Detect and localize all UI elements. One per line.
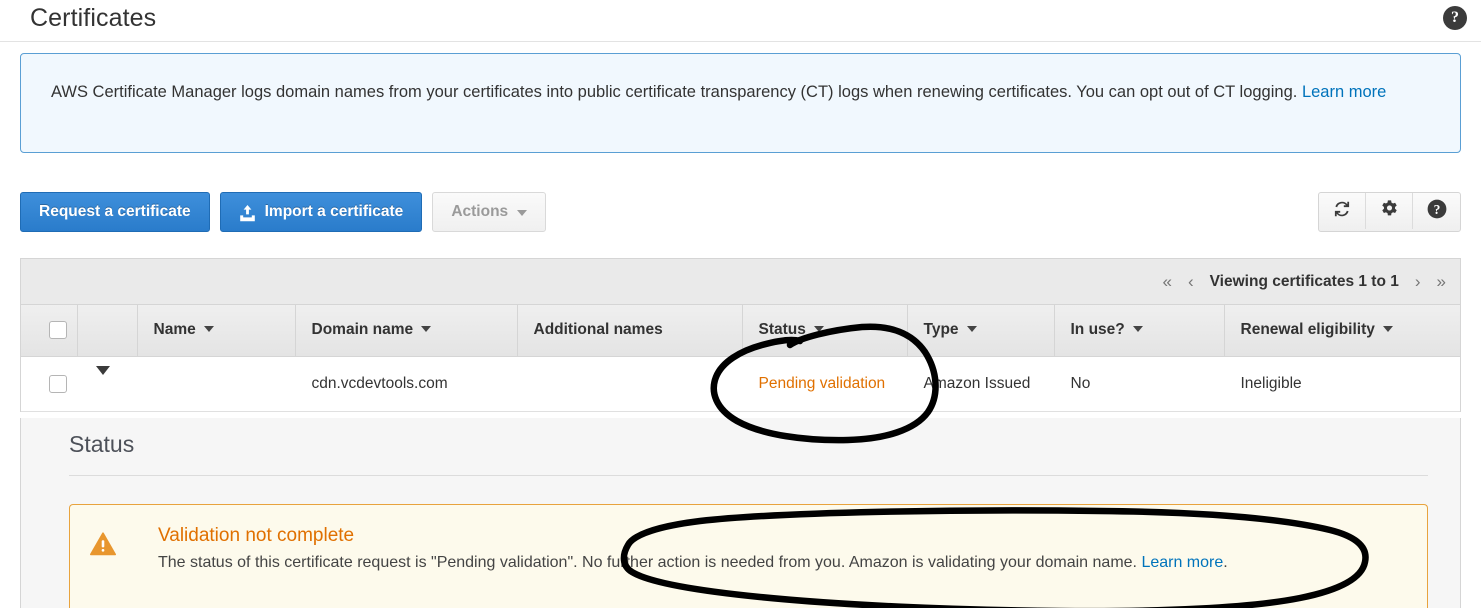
select-all-checkbox[interactable] [49, 321, 67, 340]
cell-name [137, 356, 295, 412]
ct-logging-info-banner: AWS Certificate Manager logs domain name… [20, 53, 1461, 153]
settings-button[interactable] [1366, 193, 1413, 229]
table-row[interactable]: cdn.vcdevtools.com Pending validation Am… [21, 356, 1460, 412]
row-checkbox[interactable] [49, 374, 67, 393]
column-header-domain[interactable]: Domain name [295, 305, 518, 357]
detail-divider [69, 475, 1428, 476]
cell-domain-name: cdn.vcdevtools.com [295, 356, 517, 412]
cell-status: Pending validation [742, 356, 907, 412]
question-circle-icon: ? [1443, 6, 1467, 30]
column-header-in-use-label: In use? [1070, 321, 1125, 339]
cell-in-use: No [1054, 356, 1224, 412]
certificates-table-container: « ‹ Viewing certificates 1 to 1 › » Name… [20, 258, 1461, 412]
warning-triangle-icon [90, 532, 116, 556]
expand-row-caret-icon[interactable] [95, 365, 110, 392]
request-certificate-button[interactable]: Request a certificate [20, 192, 210, 232]
svg-text:?: ? [1433, 202, 1440, 217]
column-header-additional-names: Additional names [517, 305, 743, 357]
import-certificate-label: Import a certificate [264, 203, 404, 220]
column-header-type[interactable]: Type [907, 305, 1055, 357]
pagination-prev-button[interactable]: ‹ [1188, 272, 1194, 292]
sort-domain-icon[interactable] [421, 326, 432, 333]
pagination-last-button[interactable]: » [1437, 272, 1446, 292]
column-header-status-label: Status [758, 321, 806, 339]
row-select-cell [21, 356, 77, 412]
sort-status-icon[interactable] [813, 326, 824, 333]
column-header-name[interactable]: Name [137, 305, 296, 357]
pagination-viewing-label: Viewing certificates 1 to 1 [1209, 272, 1399, 290]
certificates-table: Name Domain name Additional names Status… [21, 305, 1460, 412]
action-toolbar: Request a certificate Import a certifica… [20, 192, 1461, 234]
column-header-renewal-eligibility[interactable]: Renewal eligibility [1224, 305, 1460, 357]
table-header-row: Name Domain name Additional names Status… [21, 305, 1460, 357]
validation-alert-title: Validation not complete [158, 525, 355, 546]
header-help-button[interactable]: ? [1443, 6, 1469, 32]
sort-renewal-icon[interactable] [1382, 326, 1393, 333]
detail-status-heading: Status [69, 431, 135, 457]
cell-renewal-eligibility: Ineligible [1224, 356, 1460, 412]
certificates-page: Certificates ? AWS Certificate Manager l… [0, 0, 1481, 608]
actions-label: Actions [451, 203, 509, 220]
validation-alert-text: The status of this certificate request i… [158, 551, 1407, 575]
info-banner-learn-more-link[interactable]: Learn more [1302, 83, 1386, 101]
gear-icon [1380, 199, 1399, 223]
upload-icon [239, 204, 256, 222]
column-header-type-label: Type [923, 321, 959, 339]
refresh-button[interactable] [1319, 193, 1366, 229]
sort-name-icon[interactable] [203, 326, 214, 333]
page-title: Certificates [30, 4, 157, 32]
pagination-next-button[interactable]: › [1415, 272, 1421, 292]
row-expand-cell [77, 356, 137, 412]
column-header-renewal-eligibility-label: Renewal eligibility [1240, 321, 1375, 339]
validation-alert: Validation not complete The status of th… [69, 504, 1428, 608]
cell-additional-names [517, 356, 742, 412]
table-toolbar: « ‹ Viewing certificates 1 to 1 › » [21, 259, 1460, 305]
column-header-expand [77, 305, 138, 357]
import-certificate-button[interactable]: Import a certificate [219, 192, 423, 232]
column-header-additional-names-label: Additional names [533, 321, 663, 339]
info-banner-text: AWS Certificate Manager logs domain name… [51, 80, 1430, 105]
toolbar-help-button[interactable]: ? [1413, 193, 1460, 229]
column-header-in-use[interactable]: In use? [1054, 305, 1225, 357]
sort-in-use-icon[interactable] [1132, 326, 1143, 333]
pagination-controls: « ‹ Viewing certificates 1 to 1 › » [1162, 259, 1446, 304]
column-header-status[interactable]: Status [742, 305, 908, 357]
validation-alert-learn-more-link[interactable]: Learn more [1141, 554, 1223, 571]
request-certificate-label: Request a certificate [39, 203, 191, 220]
chevron-down-icon [517, 210, 528, 216]
column-header-select [21, 305, 78, 357]
certificate-detail-panel: Status Validation not complete The statu… [20, 418, 1461, 608]
actions-dropdown-button[interactable]: Actions [432, 192, 547, 232]
validation-alert-message: The status of this certificate request i… [158, 554, 1142, 571]
page-header: Certificates ? [0, 0, 1481, 42]
cell-type: Amazon Issued [907, 356, 1054, 412]
sort-type-icon[interactable] [966, 326, 977, 333]
toolbar-icon-group: ? [1318, 192, 1461, 232]
status-pending-validation-link[interactable]: Pending validation [759, 375, 886, 392]
refresh-icon [1332, 199, 1352, 224]
validation-alert-trailing-text: . [1223, 554, 1228, 571]
question-circle-icon: ? [1426, 198, 1448, 225]
info-banner-message: AWS Certificate Manager logs domain name… [51, 83, 1302, 101]
pagination-first-button[interactable]: « [1162, 272, 1171, 292]
column-header-domain-label: Domain name [311, 321, 414, 339]
column-header-name-label: Name [153, 321, 196, 339]
validation-alert-body: Validation not complete The status of th… [158, 523, 1407, 575]
